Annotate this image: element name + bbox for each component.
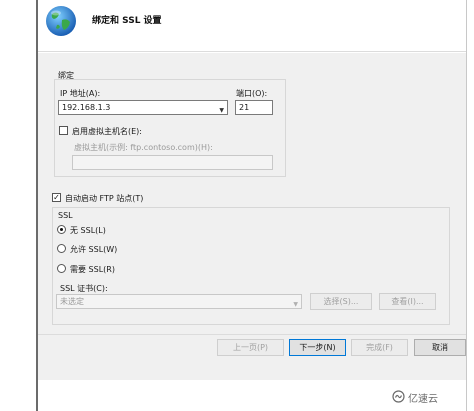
port-label: 端口(O): (236, 89, 268, 98)
radio-require-ssl-label: 需要 SSL(R) (70, 265, 115, 274)
ip-address-combobox[interactable]: 192.168.1.3 ▼ (58, 100, 228, 115)
finish-button[interactable]: 完成(F) (351, 339, 408, 356)
chevron-down-icon[interactable]: ▼ (219, 105, 224, 114)
view-cert-button[interactable]: 查看(I)... (379, 293, 436, 310)
port-input[interactable]: 21 (235, 100, 273, 115)
ssl-cert-label: SSL 证书(C): (60, 284, 108, 293)
ssl-cert-value: 未选定 (60, 297, 84, 306)
next-step-button[interactable]: 下一步(N) (289, 339, 346, 356)
select-cert-button[interactable]: 选择(S)... (310, 293, 372, 310)
cloud-logo-icon (392, 390, 405, 403)
cancel-button[interactable]: 取消 (414, 339, 466, 356)
auto-start-label: 自动启动 FTP 站点(T) (65, 194, 144, 203)
wizard-header (38, 0, 466, 52)
window-right-border (466, 0, 467, 411)
ip-address-label: IP 地址(A): (60, 89, 101, 98)
radio-require-ssl[interactable] (57, 264, 66, 273)
dialog-title: 绑定和 SSL 设置 (92, 16, 162, 26)
watermark-text: 亿速云 (408, 394, 438, 405)
virtual-host-checkbox-label: 启用虚拟主机名(E): (72, 127, 142, 136)
radio-no-ssl[interactable] (57, 225, 66, 234)
virtual-host-field-label: 虚拟主机(示例: ftp.contoso.com)(H): (74, 143, 213, 152)
globe-icon (46, 6, 76, 36)
auto-start-checkbox[interactable]: ✓ (52, 193, 61, 202)
radio-no-ssl-label: 无 SSL(L) (70, 226, 106, 235)
virtual-host-input[interactable] (72, 155, 273, 170)
chevron-down-icon[interactable]: ▼ (293, 299, 298, 308)
binding-group-label: 绑定 (58, 71, 74, 80)
radio-allow-ssl[interactable] (57, 244, 66, 253)
ssl-group-label: SSL (58, 211, 73, 220)
prev-page-button[interactable]: 上一页(P) (217, 339, 284, 356)
ssl-cert-combobox[interactable]: 未选定 ▼ (56, 294, 302, 309)
port-value: 21 (239, 103, 250, 112)
ip-address-value: 192.168.1.3 (62, 103, 111, 112)
radio-allow-ssl-label: 允许 SSL(W) (70, 245, 118, 254)
virtual-host-checkbox[interactable] (59, 126, 68, 135)
